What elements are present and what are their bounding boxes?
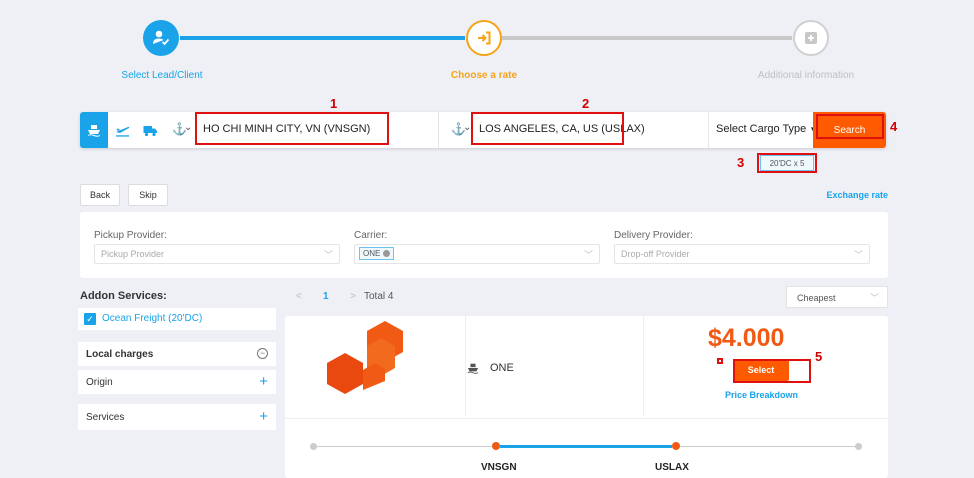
timeline-start-dot [310, 443, 317, 450]
annotation-number-1: 1 [330, 96, 338, 111]
air-mode-button[interactable] [108, 112, 136, 148]
cargo-type-label: Select Cargo Type [716, 123, 807, 135]
rate-result-card: ONE $4.000 Select 5 Price Breakdown VNSG… [285, 316, 888, 478]
back-button-label: Back [89, 190, 110, 200]
plus-square-icon [805, 32, 817, 44]
cargo-type-select[interactable]: Select Cargo Type ▼ [716, 123, 817, 135]
chevron-down-icon: ﹀ [323, 250, 333, 260]
sort-select-value: Cheapest [797, 293, 836, 303]
prev-page-button[interactable]: < [296, 291, 302, 302]
delivery-provider-select[interactable]: Drop-off Provider ﹀ [614, 244, 870, 264]
annotation-box-select [733, 359, 811, 383]
truck-mode-button[interactable] [136, 112, 164, 148]
timeline-line-end [680, 446, 855, 447]
origin-port-code: VNSGN [481, 462, 517, 473]
timeline-line-start [317, 446, 492, 447]
current-page[interactable]: 1 [323, 291, 329, 302]
back-button[interactable]: Back [80, 184, 120, 206]
pickup-provider-label: Pickup Provider: [94, 230, 167, 241]
timeline-line-main [500, 445, 672, 448]
skip-button-label: Skip [139, 190, 157, 200]
total-count: Total 4 [364, 291, 394, 302]
origin-chevron-icon[interactable]: ⌄ [184, 122, 192, 133]
carrier-select[interactable]: ONE ﹀ [354, 244, 600, 264]
carrier-tag[interactable]: ONE [359, 247, 394, 260]
filter-panel: Pickup Provider: Pickup Provider ﹀ Carri… [80, 212, 888, 278]
collapse-circle-icon[interactable]: − [257, 348, 268, 359]
plus-icon[interactable]: + [259, 373, 268, 390]
user-check-icon [153, 30, 170, 46]
annotation-box-origin [195, 112, 389, 145]
services-label: Services [86, 412, 125, 423]
search-divider [438, 112, 439, 148]
rate-price: $4.000 [708, 324, 785, 352]
sort-select[interactable]: Cheapest ﹀ [786, 286, 888, 308]
origin-charges-item[interactable]: Origin + [78, 370, 276, 394]
remove-tag-icon[interactable] [382, 250, 390, 257]
timeline-origin-dot [492, 442, 500, 450]
card-divider-2 [643, 316, 644, 416]
carrier-name: ONE [490, 362, 514, 374]
chevron-down-icon: ﹀ [853, 250, 863, 260]
exchange-rate-link[interactable]: Exchange rate [810, 190, 888, 200]
delivery-provider-placeholder: Drop-off Provider [621, 249, 690, 259]
carrier-label: Carrier: [354, 230, 388, 241]
pickup-provider-placeholder: Pickup Provider [101, 249, 165, 259]
step-1-label: Select Lead/Client [121, 70, 203, 81]
ship-icon [467, 363, 479, 374]
plane-icon [115, 126, 129, 137]
sign-in-icon [478, 31, 491, 45]
chevron-down-icon: ﹀ [869, 293, 879, 303]
next-page-button[interactable]: > [350, 291, 356, 302]
ocean-freight-item[interactable]: ✓ Ocean Freight (20'DC) [78, 308, 276, 330]
timeline-end-dot [855, 443, 862, 450]
annotation-number-5: 5 [815, 349, 823, 364]
ocean-freight-label: Ocean Freight (20'DC) [102, 313, 203, 324]
addon-services-title: Addon Services: [80, 290, 167, 302]
checkbox-checked-icon[interactable]: ✓ [84, 313, 96, 325]
card-divider-1 [465, 316, 466, 416]
local-charges-item[interactable]: Local charges − [78, 342, 276, 366]
annotation-box-cargo [757, 153, 817, 173]
pickup-provider-select[interactable]: Pickup Provider ﹀ [94, 244, 340, 264]
carrier-tag-label: ONE [363, 249, 381, 258]
annotation-marker [717, 358, 723, 364]
stepper-line-pending [502, 36, 792, 40]
step-2-circle [466, 20, 502, 56]
ship-icon [87, 125, 101, 137]
price-breakdown-link[interactable]: Price Breakdown [725, 390, 798, 400]
sea-mode-button[interactable] [80, 112, 108, 148]
step-3-label: Additional information [757, 70, 855, 81]
carrier-logo-icon [327, 321, 403, 394]
origin-charges-label: Origin [86, 377, 113, 388]
step-3-circle [793, 20, 829, 56]
destination-port-code: USLAX [655, 462, 689, 473]
annotation-box-destination [471, 112, 624, 145]
card-divider-h [285, 418, 888, 419]
local-charges-label: Local charges [86, 349, 154, 360]
delivery-provider-label: Delivery Provider: [614, 230, 693, 241]
timeline-destination-dot [672, 442, 680, 450]
step-1-circle [143, 20, 179, 56]
annotation-number-3: 3 [737, 155, 745, 170]
chevron-down-icon: ﹀ [583, 250, 593, 260]
annotation-number-2: 2 [582, 96, 590, 111]
stepper-line-done [180, 36, 465, 40]
annotation-number-4: 4 [890, 119, 898, 134]
plus-icon[interactable]: + [259, 408, 268, 425]
annotation-box-search [816, 114, 884, 139]
services-item[interactable]: Services + [78, 404, 276, 430]
step-2-label: Choose a rate [450, 70, 518, 81]
truck-icon [143, 125, 157, 136]
search-divider-2 [708, 112, 709, 148]
skip-button[interactable]: Skip [128, 184, 168, 206]
